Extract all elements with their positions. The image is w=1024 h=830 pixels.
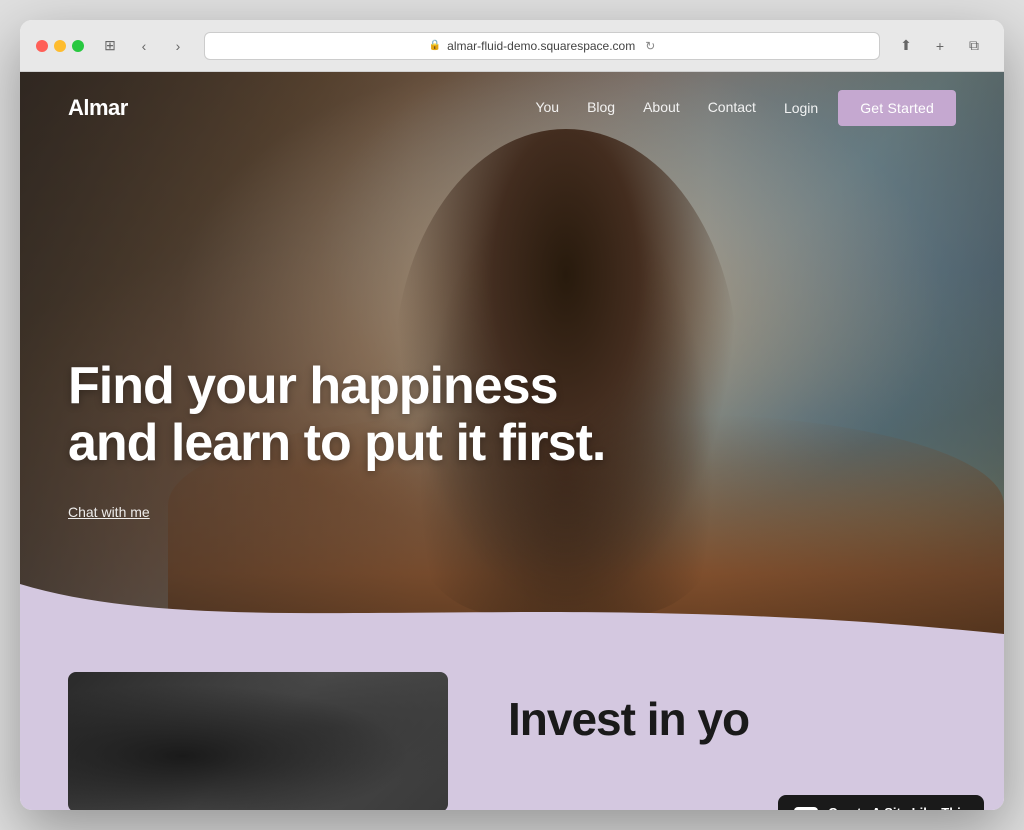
site-logo[interactable]: Almar <box>68 95 128 121</box>
browser-window: ⊞ ‹ › 🔒 almar-fluid-demo.squarespace.com… <box>20 20 1004 810</box>
forward-button[interactable]: › <box>164 32 192 60</box>
squarespace-logo-icon <box>794 807 818 811</box>
nav-item-about[interactable]: About <box>643 99 680 117</box>
below-fold-headline: Invest in yo <box>508 692 749 746</box>
hero-section: Almar You Blog About Contact Login <box>20 72 1004 642</box>
nav-link-blog[interactable]: Blog <box>587 99 615 115</box>
nav-links: You Blog About Contact <box>535 99 756 117</box>
get-started-button[interactable]: Get Started <box>838 90 956 126</box>
nav-link-about[interactable]: About <box>643 99 680 115</box>
browser-chrome: ⊞ ‹ › 🔒 almar-fluid-demo.squarespace.com… <box>20 20 1004 72</box>
nav-item-contact[interactable]: Contact <box>708 99 756 117</box>
maximize-button[interactable] <box>72 40 84 52</box>
lock-icon: 🔒 <box>429 40 441 51</box>
hero-headline-line2: and learn to put it first. <box>68 414 605 472</box>
reload-icon[interactable]: ↻ <box>645 39 655 53</box>
login-link[interactable]: Login <box>784 100 818 116</box>
nav-link-contact[interactable]: Contact <box>708 99 756 115</box>
below-fold-section: Invest in yo Create A Site Like This Fre… <box>20 642 1004 810</box>
site-content: Almar You Blog About Contact Login <box>20 72 1004 810</box>
browser-right-controls: ⬆ + ⧉ <box>892 32 988 60</box>
navbar: Almar You Blog About Contact Login <box>20 72 1004 144</box>
squarespace-badge[interactable]: Create A Site Like This Free trial. Inst… <box>778 795 984 810</box>
back-button[interactable]: ‹ <box>130 32 158 60</box>
minimize-button[interactable] <box>54 40 66 52</box>
new-tab-button[interactable]: + <box>926 32 954 60</box>
sidebar-toggle-button[interactable]: ⊞ <box>96 32 124 60</box>
share-button[interactable]: ⬆ <box>892 32 920 60</box>
squarespace-title: Create A Site Like This <box>828 805 968 810</box>
browser-controls: ⊞ ‹ › <box>96 32 192 60</box>
address-bar[interactable]: 🔒 almar-fluid-demo.squarespace.com ↻ <box>204 32 880 60</box>
nav-item-you[interactable]: You <box>535 99 559 117</box>
squarespace-badge-text: Create A Site Like This Free trial. Inst… <box>828 805 968 810</box>
hero-text: Find your happiness and learn to put it … <box>68 358 605 522</box>
tabs-button[interactable]: ⧉ <box>960 32 988 60</box>
nav-item-blog[interactable]: Blog <box>587 99 615 117</box>
close-button[interactable] <box>36 40 48 52</box>
nav-link-you[interactable]: You <box>535 99 559 115</box>
wave-separator <box>20 584 1004 642</box>
hero-headline-line1: Find your happiness <box>68 357 558 415</box>
url-text: almar-fluid-demo.squarespace.com <box>447 39 635 53</box>
below-fold-text: Invest in yo <box>448 672 749 746</box>
hero-cta-link[interactable]: Chat with me <box>68 504 150 520</box>
hero-headline: Find your happiness and learn to put it … <box>68 358 605 472</box>
traffic-lights <box>36 40 84 52</box>
below-fold-image <box>68 672 448 810</box>
